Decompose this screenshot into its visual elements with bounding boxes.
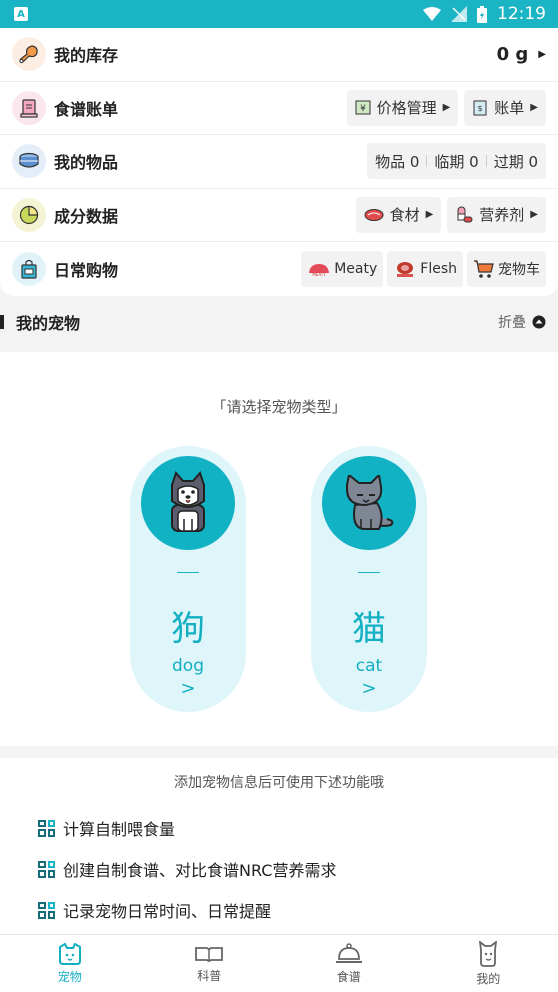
chevron-right-icon: ▶ (442, 102, 451, 114)
grid-icon (38, 819, 55, 837)
battery-icon (477, 5, 487, 23)
drumstick-icon (12, 37, 46, 72)
nav-tab-science[interactable]: 科普 (140, 935, 280, 992)
pet-name-cn: 狗 (171, 609, 205, 649)
flesh-logo-icon (397, 261, 414, 277)
fold-button[interactable]: 折叠 (498, 312, 546, 332)
row-title: 日常购物 (54, 260, 119, 280)
collapse-up-icon (532, 315, 546, 329)
pet-cart-button[interactable]: 宠物车 (467, 250, 546, 287)
chevron-right-icon: ▶ (538, 48, 546, 60)
receipt-icon (12, 90, 46, 125)
cloche-icon (335, 942, 362, 963)
feature-item: 计算自制喂食量 (38, 816, 175, 840)
svg-text:MEATY: MEATY (313, 272, 327, 277)
pet-option-cat[interactable]: 猫 cat > (311, 446, 427, 712)
chevron-right-icon: ▶ (425, 209, 434, 221)
grid-icon (38, 901, 55, 919)
item-counts[interactable]: 物品 0 临期 0 过期 0 (367, 143, 546, 180)
chevron-right-icon: > (180, 678, 196, 699)
row-title: 食谱账单 (54, 99, 119, 119)
ingredients-button[interactable]: 食材 ▶ (355, 196, 442, 233)
can-icon (12, 144, 46, 179)
pet-name-en: cat (355, 656, 383, 676)
feature-item: 创建自制食谱、对比食谱NRC营养需求 (38, 857, 336, 881)
row-inventory[interactable]: 我的库存 0 g ▶ (0, 28, 558, 82)
chevron-right-icon: ▶ (530, 209, 538, 221)
svg-text:$: $ (478, 104, 483, 113)
row-title: 我的库存 (54, 46, 119, 66)
nav-tab-pet[interactable]: 宠物 (0, 935, 140, 992)
pet-name-cn: 猫 (352, 609, 386, 649)
grid-icon (38, 860, 55, 878)
my-pets-header: 我的宠物 折叠 (0, 300, 558, 344)
row-recipe-bill: 食谱账单 ¥ 价格管理 ▶ $ 账单 ▶ (0, 82, 558, 135)
feature-item: 记录宠物日常时间、日常提醒 (38, 898, 271, 922)
expiring-count: 临期 0 (434, 152, 479, 171)
expired-count: 过期 0 (493, 152, 538, 171)
chevron-right-icon: > (361, 678, 377, 699)
cat-icon (322, 456, 416, 550)
supplements-button[interactable]: 营养剂 ▶ (447, 196, 546, 233)
feature-panel: 添加宠物信息后可使用下述功能哦 计算自制喂食量 创建自制食谱、对比食谱NRC营养… (0, 758, 558, 934)
row-nutrient-data: 成分数据 食材 ▶ 营养剂 ▶ (0, 189, 558, 242)
feature-hint: 添加宠物信息后可使用下述功能哦 (174, 775, 384, 791)
shopping-bag-icon (12, 251, 46, 286)
profile-icon (479, 940, 498, 967)
items-count: 物品 0 (375, 152, 420, 171)
pie-chart-icon (12, 197, 46, 232)
clock: 12:19 (497, 4, 546, 24)
cart-icon (474, 260, 494, 278)
price-tag-icon: ¥ (355, 100, 371, 115)
price-management-button[interactable]: ¥ 价格管理 ▶ (346, 89, 459, 126)
nav-tab-mine[interactable]: 我的 (419, 935, 558, 992)
row-daily-shopping: 日常购物 MEATY Meaty Flesh 宠物车 (0, 242, 558, 296)
row-my-items: 我的物品 物品 0 临期 0 过期 0 (0, 135, 558, 189)
dog-icon (141, 456, 235, 550)
status-bar: A 12:19 (0, 0, 558, 28)
pet-icon (58, 942, 81, 965)
row-title: 成分数据 (54, 206, 119, 226)
meaty-logo-icon: MEATY (309, 263, 330, 277)
pet-option-dog[interactable]: 狗 dog > (130, 446, 246, 712)
pill-icon (457, 206, 473, 223)
meat-icon (364, 208, 384, 221)
pet-type-panel: 「请选择宠物类型」 狗 dog > 猫 cat > (0, 352, 558, 746)
summary-card: 我的库存 0 g ▶ 食谱账单 ¥ 价格管理▶ $ 账单▶ 我的物品 物品 (0, 28, 558, 296)
wifi-icon (423, 7, 441, 21)
pet-name-en: dog (172, 656, 204, 676)
chevron-right-icon: ▶ (530, 102, 538, 114)
bottom-nav: 宠物 科普 食谱 我的 (0, 934, 558, 992)
row-title: 我的物品 (54, 153, 119, 173)
section-marker (0, 315, 4, 329)
book-icon (195, 946, 224, 962)
nav-tab-recipes[interactable]: 食谱 (279, 935, 419, 992)
bill-icon: $ (473, 100, 487, 116)
select-hint: 「请选择宠物类型」 (211, 398, 347, 416)
signal-icon (451, 6, 467, 22)
section-title: 我的宠物 (16, 314, 81, 333)
meaty-shop-button[interactable]: MEATY Meaty (301, 250, 384, 287)
bill-button[interactable]: $ 账单 ▶ (464, 89, 546, 126)
notification-icon: A (14, 7, 28, 21)
inventory-value: 0 g (496, 43, 529, 65)
svg-text:¥: ¥ (360, 104, 366, 114)
flesh-shop-button[interactable]: Flesh (387, 250, 463, 287)
